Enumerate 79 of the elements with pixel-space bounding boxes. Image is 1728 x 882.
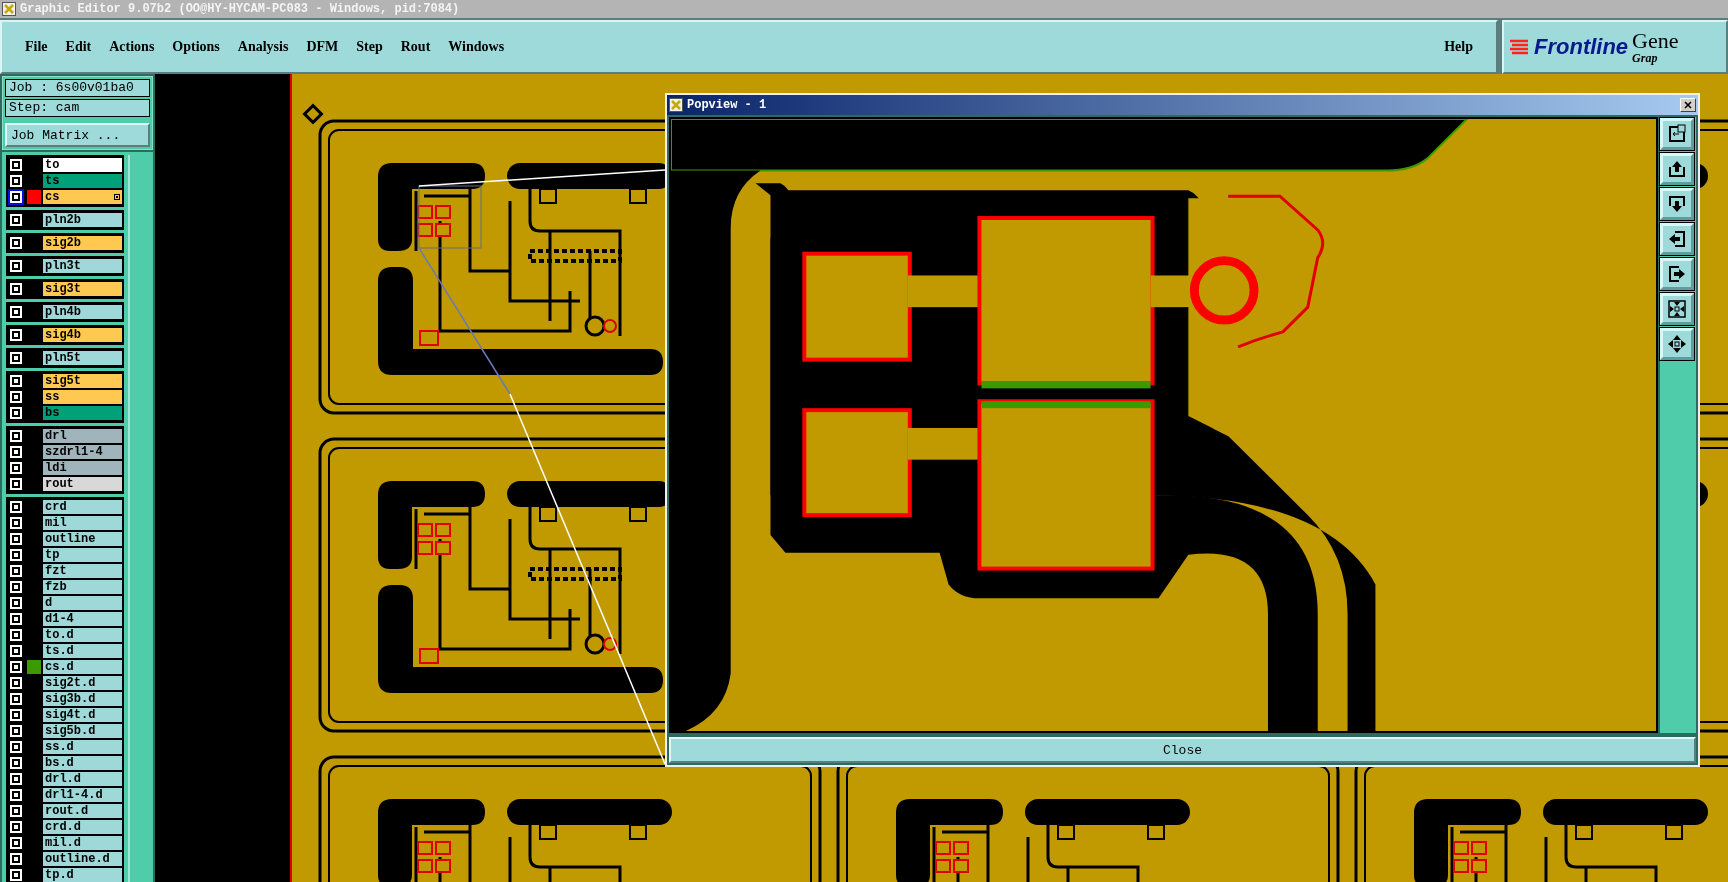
step-name: Step: cam — [5, 99, 150, 117]
layer-name[interactable]: tp.d — [43, 868, 122, 882]
job-matrix-button[interactable]: Job Matrix ... — [5, 123, 150, 147]
layer-name[interactable]: mil.d — [43, 836, 122, 850]
layer-name[interactable]: ss.d — [43, 740, 122, 754]
popview-title: Popview - 1 — [687, 98, 767, 112]
layer-name[interactable]: d — [43, 596, 122, 610]
view-tool-button[interactable] — [1660, 328, 1694, 360]
layer-name[interactable]: cs — [43, 190, 122, 204]
layer-name[interactable]: pln3t — [43, 259, 122, 273]
layer-name[interactable]: outline — [43, 532, 122, 546]
layer-name[interactable]: pln2b — [43, 213, 122, 227]
close-icon — [1684, 101, 1692, 109]
menu-item[interactable]: DFM — [297, 39, 348, 55]
layer-name[interactable]: drl — [43, 429, 122, 443]
layer-name[interactable]: rout.d — [43, 804, 122, 818]
view-arrow-icon — [1667, 264, 1687, 284]
close-button[interactable] — [1680, 98, 1696, 112]
layer-name[interactable]: ss — [43, 390, 122, 404]
menu-item[interactable]: Edit — [56, 39, 101, 55]
speed-lines-icon — [1510, 38, 1530, 56]
layer-name[interactable]: sig3t — [43, 282, 122, 296]
job-name: Job : 6s00v01ba0 — [5, 79, 150, 97]
layer-name[interactable]: szdrl1-4 — [43, 445, 122, 459]
view-tool-button[interactable] — [1660, 293, 1694, 325]
layer-name[interactable]: drl1-4.d — [43, 788, 122, 802]
layer-name[interactable]: sig2b — [43, 236, 122, 250]
layer-name[interactable]: sig2t.d — [43, 676, 122, 690]
layer-name[interactable]: outline.d — [43, 852, 122, 866]
view-tool-button[interactable] — [1660, 223, 1694, 255]
layer-name[interactable]: rout — [43, 477, 122, 491]
layer-name[interactable]: bs.d — [43, 756, 122, 770]
layer-name[interactable]: ts.d — [43, 644, 122, 658]
layer-name[interactable]: to — [43, 158, 122, 172]
view-arrow-icon — [1667, 229, 1687, 249]
view-arrow-icon — [1667, 299, 1687, 319]
menu-item[interactable]: Rout — [391, 39, 440, 55]
layer-name[interactable]: bs — [43, 406, 122, 420]
layer-name[interactable]: sig4t.d — [43, 708, 122, 722]
view-arrow-icon — [1667, 194, 1687, 214]
layer-name[interactable]: d1-4 — [43, 612, 122, 626]
layer-name[interactable]: sig5t — [43, 374, 122, 388]
view-tool-button[interactable] — [1660, 118, 1694, 150]
logo-subtitle: Grap — [1632, 52, 1659, 64]
layer-name[interactable]: to.d — [43, 628, 122, 642]
logo-product: Gene — [1632, 30, 1679, 52]
view-tool-button[interactable] — [1660, 258, 1694, 290]
view-tool-button[interactable] — [1660, 153, 1694, 185]
menu-item[interactable]: Windows — [439, 39, 514, 55]
layer-name[interactable]: drl.d — [43, 772, 122, 786]
layer-name[interactable]: cs.d — [43, 660, 122, 674]
view-arrow-icon — [1667, 159, 1687, 179]
layer-name[interactable]: tp — [43, 548, 122, 562]
layer-name[interactable]: crd — [43, 500, 122, 514]
window-title: Graphic Editor 9.07b2 (OO@HY-HYCAM-PC083 - Windows, pid:7084) — [20, 2, 460, 16]
logo-brand: Frontline — [1534, 34, 1629, 60]
layer-name[interactable]: ts — [43, 174, 122, 188]
app-icon — [669, 98, 683, 112]
menu-item[interactable]: Analysis — [228, 39, 298, 55]
layer-name[interactable]: ldi — [43, 461, 122, 475]
menu-item[interactable]: Actions — [100, 39, 164, 55]
layer-name[interactable]: pln4b — [43, 305, 122, 319]
menu-item[interactable]: File — [16, 39, 57, 55]
view-tool-button[interactable] — [1660, 188, 1694, 220]
layer-name[interactable]: fzt — [43, 564, 122, 578]
view-arrow-icon — [1667, 334, 1687, 354]
layer-name[interactable]: pln5t — [43, 351, 122, 365]
layer-name[interactable]: sig5b.d — [43, 724, 122, 738]
menu-item[interactable]: Step — [347, 39, 392, 55]
layer-name[interactable]: sig4b — [43, 328, 122, 342]
layer-name[interactable]: fzb — [43, 580, 122, 594]
layer-name[interactable]: sig3b.d — [43, 692, 122, 706]
menu-item[interactable]: Options — [163, 39, 229, 55]
close-button[interactable]: Close — [669, 737, 1696, 763]
app-icon — [2, 2, 16, 16]
layer-name[interactable]: mil — [43, 516, 122, 530]
grid-icon — [114, 194, 120, 200]
layer-name[interactable]: crd.d — [43, 820, 122, 834]
help-menu[interactable]: Help — [1435, 39, 1482, 55]
